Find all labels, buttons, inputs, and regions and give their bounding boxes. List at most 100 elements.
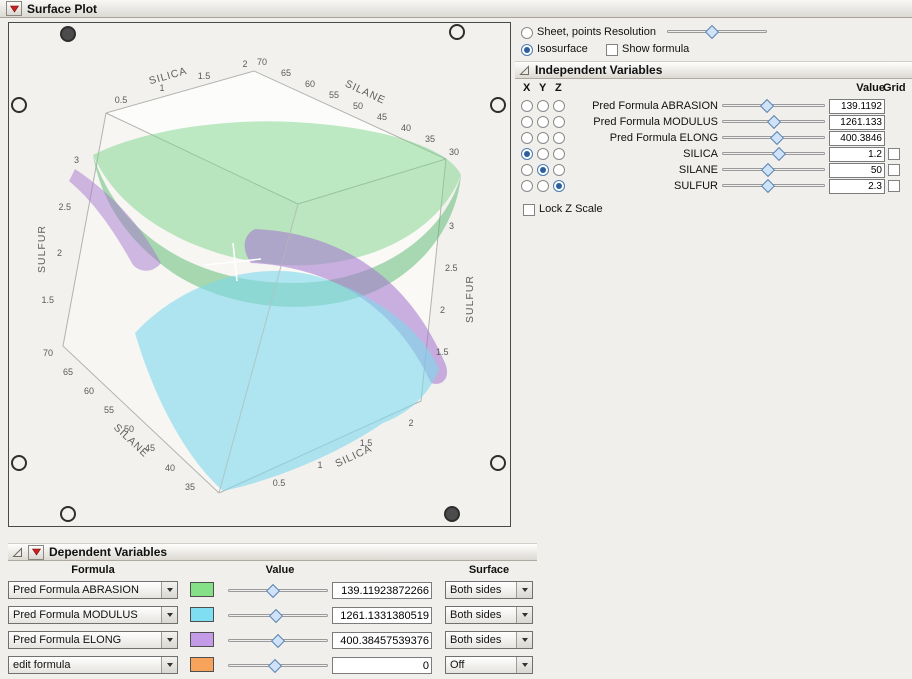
rotation-handle[interactable] — [60, 26, 76, 42]
elong-value-input[interactable] — [829, 131, 885, 146]
dropdown-value: Both sides — [450, 584, 502, 596]
silica-grid-checkbox[interactable] — [888, 148, 900, 160]
dropdown-button[interactable] — [161, 607, 177, 623]
independent-variables-header[interactable]: Independent Variables — [515, 61, 912, 79]
y-radio-silica[interactable] — [537, 148, 549, 160]
y-radio-elong[interactable] — [537, 132, 549, 144]
dropdown-button[interactable] — [516, 657, 532, 673]
resolution-slider[interactable] — [667, 24, 767, 40]
surface-dropdown-modulus[interactable]: Both sides — [445, 606, 533, 624]
indep-row-label: SILANE — [678, 164, 718, 176]
abrasion-dep-value-input[interactable] — [332, 582, 432, 599]
formula-dropdown-modulus[interactable]: Pred Formula MODULUS — [8, 606, 178, 624]
red-triangle-menu-button[interactable] — [6, 1, 22, 16]
silane-slider[interactable] — [722, 162, 825, 178]
x-radio-silica[interactable] — [521, 148, 533, 160]
silane-grid-checkbox[interactable] — [888, 164, 900, 176]
dropdown-button[interactable] — [161, 582, 177, 598]
isosurface-radio[interactable] — [521, 44, 533, 56]
col-y-header: Y — [539, 82, 547, 94]
rotation-handle[interactable] — [11, 97, 27, 113]
sulfur-grid-checkbox[interactable] — [888, 180, 900, 192]
dropdown-button[interactable] — [161, 632, 177, 648]
modulus-dep-value-input[interactable] — [332, 607, 432, 624]
chevron-down-icon — [166, 663, 173, 667]
x-radio-silane[interactable] — [521, 164, 533, 176]
y-radio-abrasion[interactable] — [537, 100, 549, 112]
modulus-value-input[interactable] — [829, 115, 885, 130]
dropdown-button[interactable] — [516, 582, 532, 598]
modulus-color-swatch[interactable] — [190, 607, 214, 622]
tick-label: 60 — [305, 79, 315, 89]
sulfur-slider[interactable] — [722, 178, 825, 194]
elong-slider[interactable] — [722, 130, 825, 146]
x-radio-abrasion[interactable] — [521, 100, 533, 112]
dropdown-button[interactable] — [516, 632, 532, 648]
indep-row-label: Pred Formula ABRASION — [592, 100, 718, 112]
dropdown-button[interactable] — [161, 657, 177, 673]
edit-dep-slider[interactable] — [228, 658, 328, 674]
surface-dropdown-edit[interactable]: Off — [445, 656, 533, 674]
silane-value-input[interactable] — [829, 163, 885, 178]
lock-z-scale-label: Lock Z Scale — [539, 203, 603, 215]
tick-label: 70 — [43, 348, 53, 358]
tick-label: 1 — [159, 83, 164, 93]
disclosure-triangle-icon[interactable] — [519, 64, 530, 76]
lock-z-scale-checkbox[interactable] — [523, 204, 535, 216]
abrasion-value-input[interactable] — [829, 99, 885, 114]
abrasion-dep-slider[interactable] — [228, 583, 328, 599]
resolution-label: Resolution — [604, 26, 656, 38]
red-triangle-icon — [31, 548, 41, 556]
rotation-handle[interactable] — [490, 97, 506, 113]
surface-plot-3d[interactable]: SILICA SILANE SULFUR SILANE SILICA SULFU… — [8, 22, 511, 527]
x-radio-sulfur[interactable] — [521, 180, 533, 192]
edit-dep-value-input[interactable] — [332, 657, 432, 674]
sheet-points-label: Sheet, points — [537, 26, 602, 38]
modulus-dep-slider[interactable] — [228, 608, 328, 624]
tick-label: 2 — [242, 59, 247, 69]
abrasion-color-swatch[interactable] — [190, 582, 214, 597]
x-radio-elong[interactable] — [521, 132, 533, 144]
dropdown-button[interactable] — [516, 607, 532, 623]
y-radio-sulfur[interactable] — [537, 180, 549, 192]
dependent-red-triangle-button[interactable] — [28, 544, 44, 560]
tick-label: 45 — [145, 443, 155, 453]
show-formula-label: Show formula — [622, 43, 690, 55]
abrasion-slider[interactable] — [722, 98, 825, 114]
dependent-variables-header[interactable]: Dependent Variables — [8, 543, 537, 561]
surface-dropdown-abrasion[interactable]: Both sides — [445, 581, 533, 599]
disclosure-triangle-icon[interactable] — [12, 546, 23, 558]
tick-label: 35 — [425, 134, 435, 144]
formula-dropdown-elong[interactable]: Pred Formula ELONG — [8, 631, 178, 649]
tick-label: 60 — [84, 386, 94, 396]
y-radio-modulus[interactable] — [537, 116, 549, 128]
rotation-handle[interactable] — [444, 506, 460, 522]
x-radio-modulus[interactable] — [521, 116, 533, 128]
sheet-points-radio[interactable] — [521, 27, 533, 39]
rotation-handle[interactable] — [490, 455, 506, 471]
surface-dropdown-elong[interactable]: Both sides — [445, 631, 533, 649]
dropdown-value: Pred Formula MODULUS — [13, 609, 138, 621]
elong-dep-slider[interactable] — [228, 633, 328, 649]
elong-dep-value-input[interactable] — [332, 632, 432, 649]
rotation-handle[interactable] — [60, 506, 76, 522]
rotation-handle[interactable] — [449, 24, 465, 40]
dropdown-value: Both sides — [450, 609, 502, 621]
formula-dropdown-edit[interactable]: edit formula — [8, 656, 178, 674]
edit-color-swatch[interactable] — [190, 657, 214, 672]
surface-plot-canvas[interactable]: SILICA SILANE SULFUR SILANE SILICA SULFU… — [9, 23, 510, 526]
elong-color-swatch[interactable] — [190, 632, 214, 647]
rotation-handle[interactable] — [11, 455, 27, 471]
show-formula-checkbox[interactable] — [606, 44, 618, 56]
grid-header: Grid — [883, 82, 906, 94]
sulfur-value-input[interactable] — [829, 179, 885, 194]
tick-label: 50 — [124, 424, 134, 434]
formula-dropdown-abrasion[interactable]: Pred Formula ABRASION — [8, 581, 178, 599]
silica-value-input[interactable] — [829, 147, 885, 162]
value-header: Value — [856, 82, 885, 94]
y-radio-silane[interactable] — [537, 164, 549, 176]
dropdown-value: Pred Formula ELONG — [13, 634, 122, 646]
modulus-slider[interactable] — [722, 114, 825, 130]
indep-row-label: SULFUR — [673, 180, 718, 192]
silica-slider[interactable] — [722, 146, 825, 162]
